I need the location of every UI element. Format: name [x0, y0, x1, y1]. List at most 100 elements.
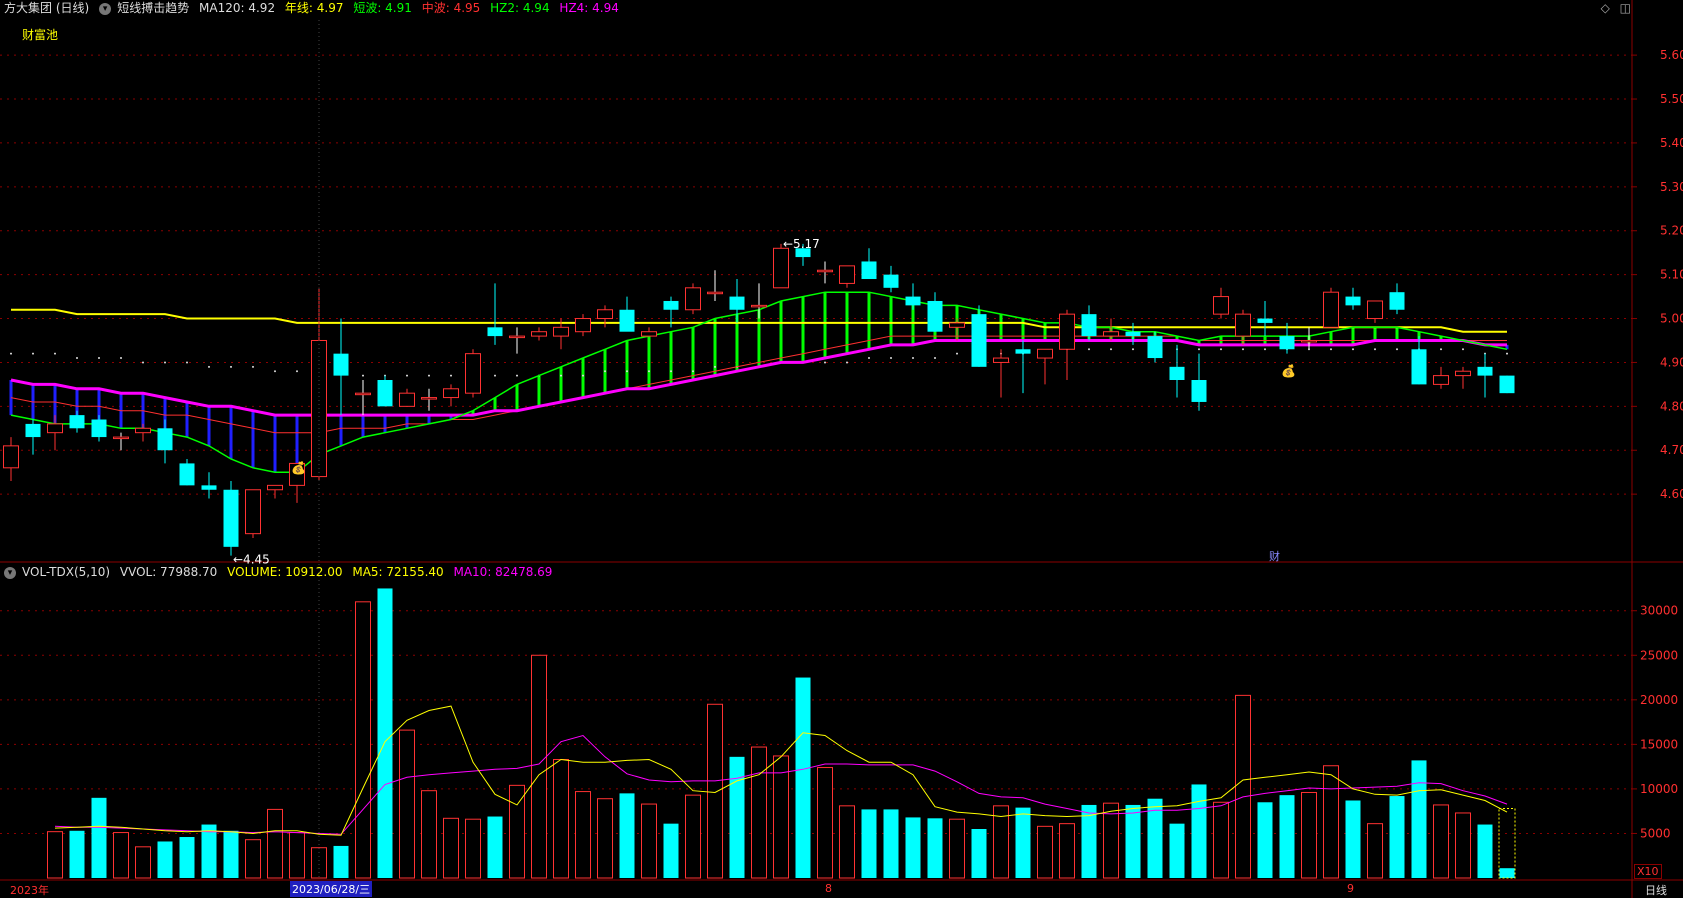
candle-body-down: [1389, 292, 1405, 310]
ma120-dot: [1220, 348, 1222, 351]
cai-marker: 财: [1269, 550, 1280, 563]
candle-body-up: [135, 427, 151, 434]
ma120-dot: [956, 352, 958, 355]
mid-wave-line: [10, 335, 1507, 434]
ma120-dot: [626, 370, 628, 373]
volume-bar-up: [993, 805, 1009, 879]
vol-ma5-value: MA5: 72155.40: [352, 565, 444, 579]
ma120-dot: [428, 374, 430, 377]
volume-bar-down: [1499, 868, 1515, 878]
ma120-dot: [1330, 348, 1332, 351]
candle-body-down: [179, 463, 195, 486]
candle-body-down: [1191, 380, 1207, 402]
candle-body-down: [1411, 349, 1427, 385]
volume-bar-up: [1235, 694, 1251, 879]
short-wave-value: 短波: 4.91: [353, 1, 412, 15]
candle-body-up: [597, 309, 613, 320]
ma120-dot: [1286, 348, 1288, 351]
volume-bar-down: [1125, 804, 1141, 878]
price-tick-label: 4.60: [1660, 487, 1683, 501]
candle-body-down: [927, 300, 943, 332]
candle-body-down: [619, 309, 635, 332]
candle-body-down: [1147, 336, 1163, 359]
collapse-volume-icon[interactable]: ▾: [4, 566, 16, 579]
volume-bar-up: [421, 790, 437, 879]
candle-body-up: [993, 357, 1009, 363]
ma120-dot: [98, 357, 100, 360]
candle-body-down: [487, 327, 503, 337]
window-toggle-icon[interactable]: ◫: [1620, 1, 1631, 15]
volume-bar-up: [1323, 765, 1339, 879]
ma120-dot: [1396, 348, 1398, 351]
candle-body-up: [1367, 300, 1383, 320]
volume-bar-up: [267, 808, 283, 879]
ma120-dot: [230, 365, 232, 368]
chart-canvas[interactable]: 5.60 5.50 5.40 5.30 5.20 5.10 5.00 4.90 4.80 4.70…: [0, 0, 1683, 898]
volume-bar-down: [663, 823, 679, 878]
candle-body-down: [971, 314, 987, 367]
candle-body-up: [399, 392, 415, 407]
ma120-dot: [736, 365, 738, 368]
ma120-dot: [1110, 348, 1112, 351]
ma120-dot: [1484, 352, 1486, 355]
ma120-dot: [384, 374, 386, 377]
ma120-dot: [1374, 348, 1376, 351]
volume-bar-up: [443, 817, 459, 879]
volume-bar-up: [1103, 802, 1119, 879]
volume-bar-down: [971, 829, 987, 878]
ma120-dot: [472, 374, 474, 377]
candle-body-up: [289, 462, 305, 486]
volume-bar-up: [707, 703, 723, 879]
candle-body-down: [223, 489, 239, 547]
volume-bar-up: [641, 803, 657, 879]
ma120-dot: [692, 370, 694, 373]
candle-body-down: [883, 274, 899, 288]
indicator-name[interactable]: 短线搏击趋势: [117, 1, 189, 15]
candle-body-down: [729, 296, 745, 310]
candle-body-up: [1103, 331, 1119, 337]
volume-bar-up: [597, 798, 613, 879]
candle-body-up: [949, 322, 965, 328]
volume-ma10-line: [54, 734, 1508, 835]
candle-body-down: [795, 248, 811, 258]
ma120-dot: [538, 374, 540, 377]
ma120-dot: [780, 361, 782, 364]
diamond-icon[interactable]: ◇: [1601, 1, 1610, 15]
volume-bar-up: [1433, 804, 1449, 879]
volume-bar-up: [1213, 801, 1229, 879]
candle-body-down: [1279, 336, 1295, 350]
volume-bar-up: [773, 755, 789, 879]
period-label[interactable]: 日线: [1645, 882, 1667, 898]
volume-bar-down: [729, 756, 745, 878]
volume-unit-label: X10: [1634, 864, 1662, 879]
ma120-dot: [274, 370, 276, 373]
vvol-value: VVOL: 77988.70: [119, 565, 218, 579]
volume-bar-up: [355, 601, 371, 879]
vol-indicator-name[interactable]: VOL-TDX(5,10): [22, 565, 110, 579]
ma120-dot: [186, 361, 188, 364]
collapse-indicator-icon[interactable]: ▾: [99, 2, 112, 15]
candle-body-up: [839, 265, 855, 284]
volume-bar-up: [1301, 791, 1317, 879]
candle-body-up: [355, 392, 371, 396]
volume-bar-up: [817, 767, 833, 879]
volume-bar-down: [1015, 807, 1031, 878]
ma120-dot: [824, 361, 826, 364]
stock-chart-window: 方大集团 (日线) ▾ 短线搏击趋势 MA120: 4.92 年线: 4.97 短波…: [0, 0, 1683, 898]
volume-bar-down: [905, 817, 921, 878]
short-wave-line: [10, 291, 1508, 473]
candle-body-up: [1235, 313, 1251, 337]
wealth-pool-label[interactable]: 财富池: [22, 26, 58, 43]
candle-body-down: [1125, 331, 1141, 337]
volume-ma5-line: [54, 705, 1508, 836]
price-tick-label: 4.80: [1660, 399, 1683, 413]
ma120-dot: [1264, 348, 1266, 351]
ma120-dot: [296, 370, 298, 373]
money-bag-icon: 💰: [291, 461, 306, 475]
hz2-value: HZ2: 4.94: [490, 1, 550, 15]
ma120-dot: [1066, 348, 1068, 351]
candle-body-down: [157, 428, 173, 451]
volume-forecast-box: [1498, 808, 1516, 879]
volume-tick-label: 20000: [1640, 693, 1678, 707]
candle-body-up: [245, 489, 261, 535]
